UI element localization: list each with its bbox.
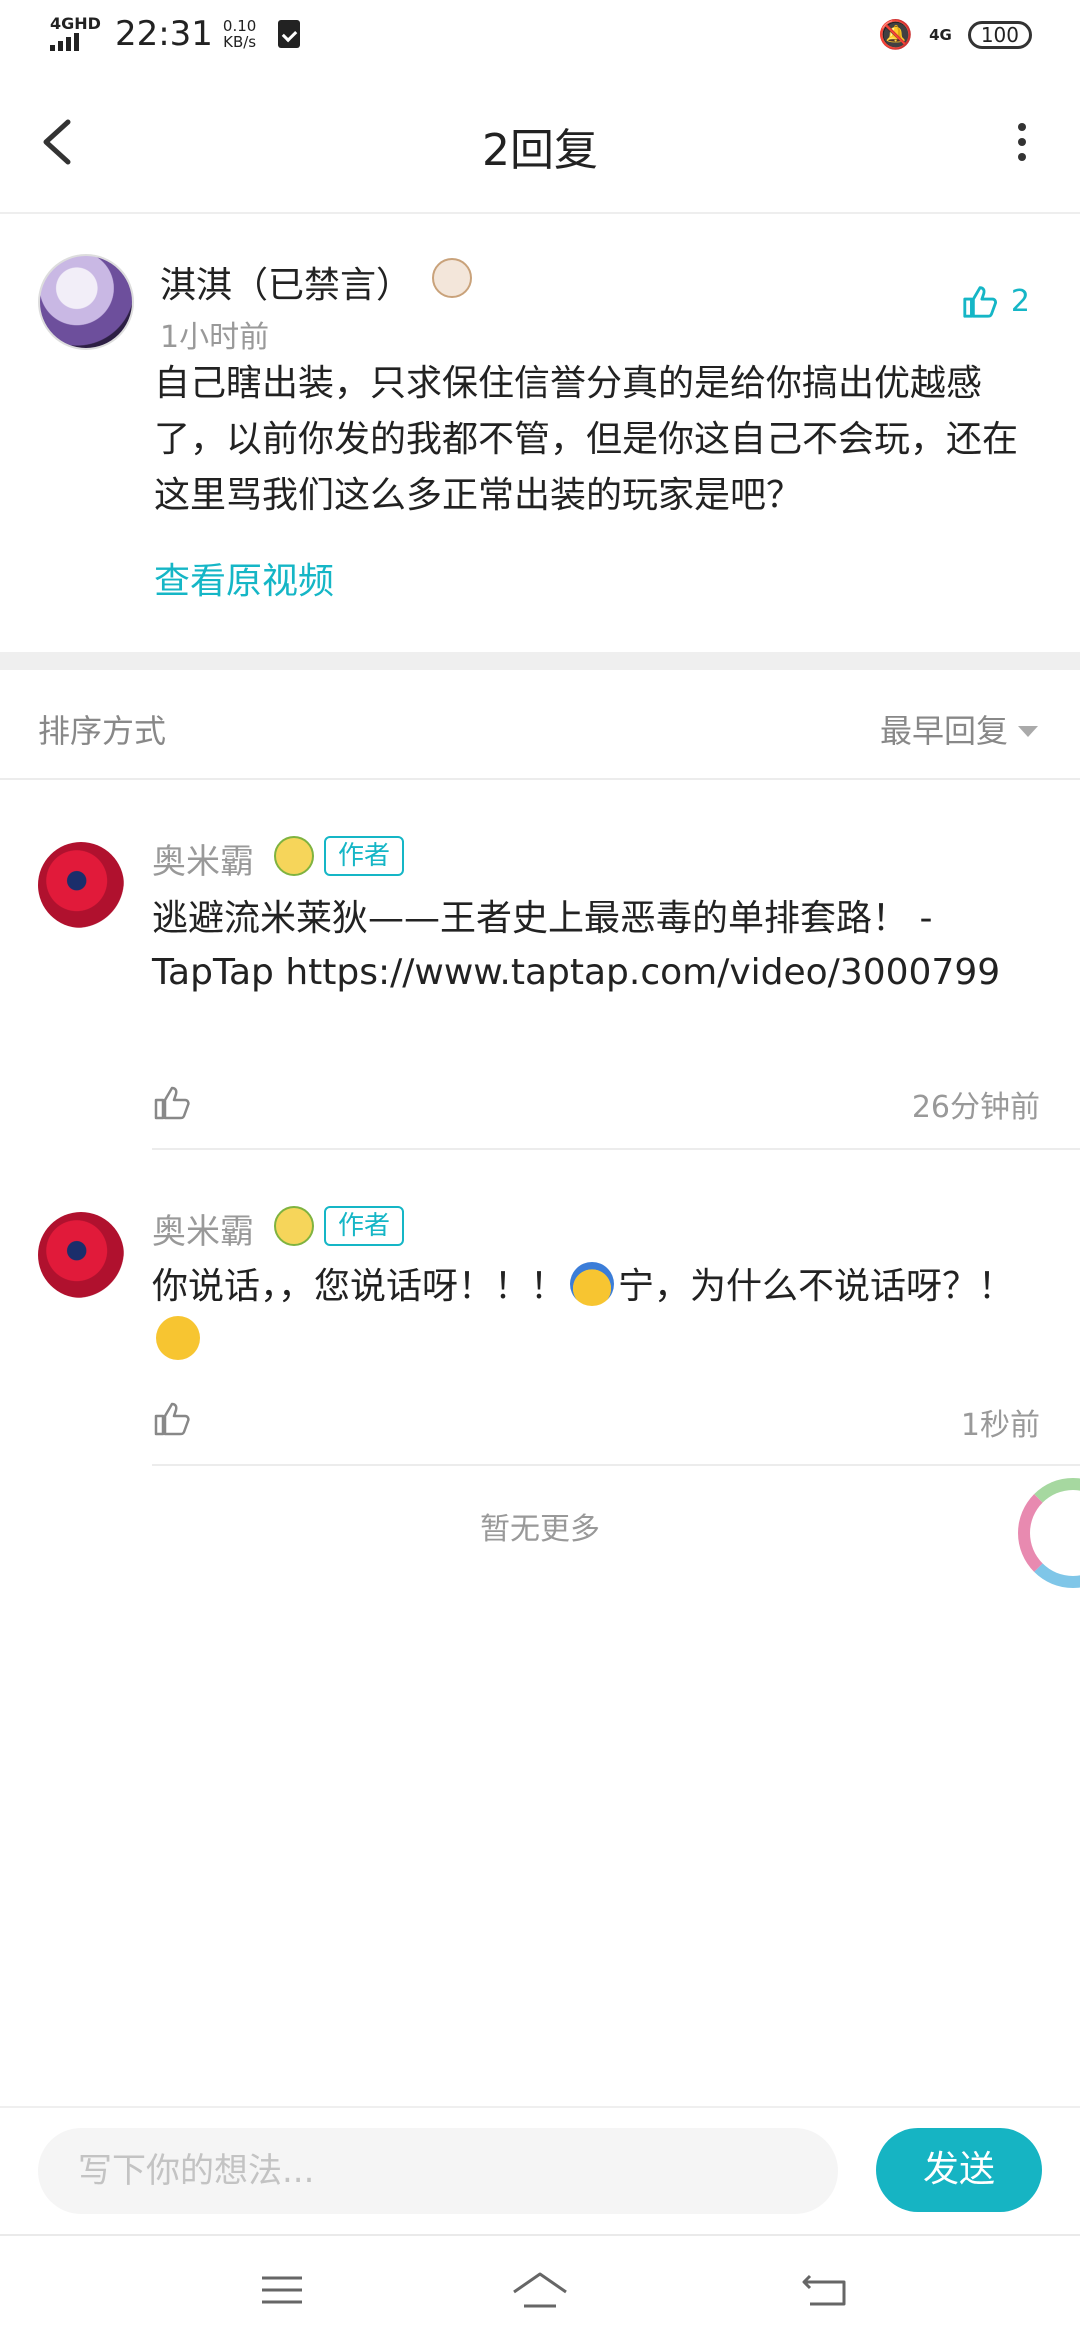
home-icon [513,2272,567,2308]
speed-unit: KB/s [223,33,257,51]
home-button[interactable] [510,2262,570,2318]
reply-time: 1秒前 [960,1408,1040,1443]
reply-detail-page: 4GHD 22:31 0.10 KB/s 🔕 4G 100 2回复 淇淇（已禁言… [0,0,1080,2340]
view-original-video-link[interactable]: 查看原视频 [154,552,334,604]
comment-time: 1小时前 [160,320,270,355]
more-options-button[interactable] [994,114,1050,170]
reply-text: 你说话，，您说话呀！！！ 宁，为什么不说话呀？！ [152,1260,1032,1368]
top-app-bar: 2回复 [0,70,1080,214]
sort-selected-value: 最早回复 [879,712,1008,750]
reply-author[interactable]: 奥米霸 [152,834,254,883]
signal-icon: 4GHD [50,14,101,51]
avatar[interactable] [38,842,124,928]
reply-text-part2: 宁，为什么不说话呀？！ [618,1266,1015,1307]
author-badge: 作者 [324,1206,405,1246]
avatar[interactable] [38,1212,124,1298]
thumbs-up-icon [154,1086,190,1120]
list-item: 奥米霸 作者 你说话，，您说话呀！！！ 宁，为什么不说话呀？！ 1秒前 [0,1150,1080,1466]
reply-time: 26分钟前 [911,1090,1040,1125]
like-button[interactable]: 2 [961,282,1030,320]
network-type-right: 4G [929,25,952,44]
list-item: 奥米霸 作者 逃避流米莱狄——王者史上最恶毒的单排套路！ - TapTap ht… [0,780,1080,1150]
user-badge-icon [274,836,314,876]
thumbs-up-icon [154,1402,190,1436]
menu-icon [262,2276,302,2304]
sort-bar: 排序方式 最早回复 [0,670,1080,780]
like-count: 2 [1010,283,1030,319]
clock: 22:31 [114,14,213,54]
battery-icon: 100 [967,20,1032,49]
status-bar: 4GHD 22:31 0.10 KB/s 🔕 4G 100 [0,0,1080,70]
comment-author[interactable]: 淇淇（已禁言） [160,256,412,308]
floating-loading-ring-icon[interactable] [1018,1478,1080,1588]
user-badge-icon [432,258,472,298]
comment-input-bar: 写下你的想法... 发送 [0,2106,1080,2234]
no-more-text: 暂无更多 [480,1512,600,1547]
system-nav-bar [0,2234,1080,2340]
reply-author[interactable]: 奥米霸 [152,1204,254,1253]
avatar[interactable] [38,254,134,350]
network-speed: 0.10 KB/s [223,18,256,50]
comment-text: 自己瞎出装，只求保住信誉分真的是给你搞出优越感了，以前你发的我都不管，但是你这自… [154,363,1019,516]
like-button[interactable] [152,1398,192,1438]
more-vertical-icon [1018,123,1026,131]
network-type: 4GHD [50,14,101,33]
user-badge-icon [274,1206,314,1246]
comment-input[interactable]: 写下你的想法... [38,2128,838,2214]
send-button[interactable]: 发送 [876,2128,1042,2212]
author-badge: 作者 [324,836,405,876]
main-comment: 淇淇（已禁言） 1小时前 2 自己瞎出装，只求保住信誉分真的是给你搞出优越感了，… [0,216,1080,652]
screaming-face-icon [570,1262,615,1306]
back-nav-button[interactable] [796,2262,856,2318]
woozy-face-icon [156,1316,200,1360]
sort-dropdown[interactable]: 最早回复 [880,706,1038,752]
divider [152,1464,1080,1466]
reply-text: 逃避流米莱狄——王者史上最恶毒的单排套路！ - TapTap https://w… [152,898,1001,993]
clipboard-check-icon [278,20,301,48]
reply-text-part1: 你说话，，您说话呀！！！ [152,1266,567,1307]
sort-label: 排序方式 [38,712,167,750]
thumbs-up-icon [963,286,997,318]
section-divider [0,652,1080,670]
menu-button[interactable] [252,2262,312,2318]
return-icon [802,2274,846,2306]
caret-down-icon [1018,725,1038,737]
like-button[interactable] [152,1082,192,1122]
mute-bell-icon: 🔕 [878,18,914,51]
page-title: 2回复 [482,125,598,176]
speed-value: 0.10 [222,17,257,35]
